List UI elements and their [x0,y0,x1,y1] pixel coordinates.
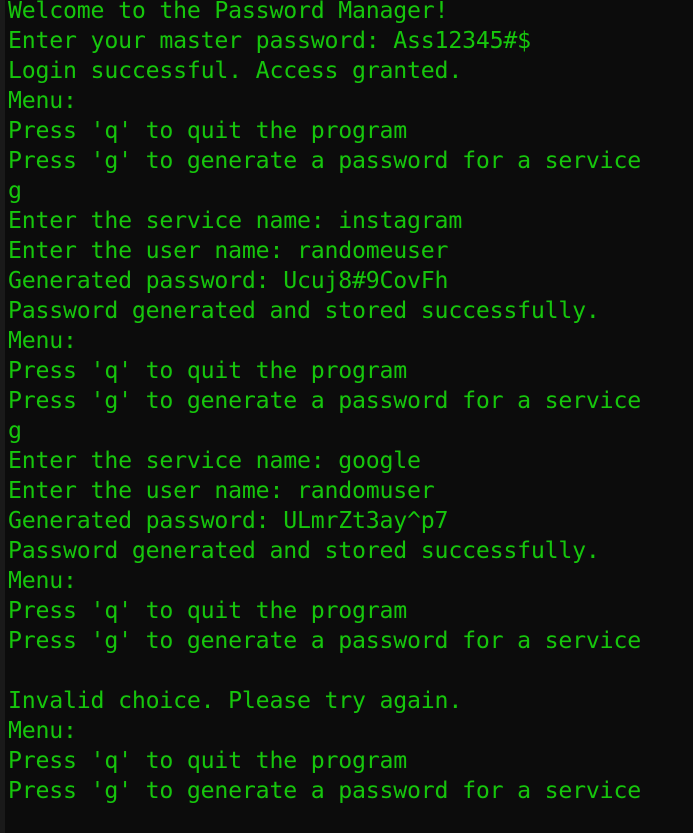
output-line: Press 'g' to generate a password for a s… [8,147,641,174]
output-line: Enter your master password: Ass12345#$ [8,27,531,54]
output-line: g [8,417,22,444]
output-line: Enter the user name: randomeuser [8,237,449,264]
output-line: Login successful. Access granted. [8,57,463,84]
output-line: Enter the service name: instagram [8,207,463,234]
output-line: g [8,177,22,204]
output-line: Press 'g' to generate a password for a s… [8,627,641,654]
output-line: Menu: [8,87,77,114]
output-line: Press 'q' to quit the program [8,747,408,774]
output-line: Password generated and stored successful… [8,297,600,324]
output-line: Press 'q' to quit the program [8,597,408,624]
output-line: Menu: [8,327,77,354]
output-line: Press 'g' to generate a password for a s… [8,777,641,804]
output-line: Enter the service name: google [8,447,421,474]
terminal-window[interactable]: Welcome to the Password Manager! Enter y… [0,0,693,833]
output-line: Press 'g' to generate a password for a s… [8,387,641,414]
output-line: Welcome to the Password Manager! [8,0,449,24]
output-line: Menu: [8,717,77,744]
output-line: Invalid choice. Please try again. [8,687,463,714]
output-line: Generated password: ULmrZt3ay^p7 [8,507,449,534]
output-line: Press 'q' to quit the program [8,117,408,144]
output-line: Generated password: Ucuj8#9CovFh [8,267,449,294]
terminal-output: Welcome to the Password Manager! Enter y… [8,0,641,806]
output-line: Press 'q' to quit the program [8,357,408,384]
output-line: Enter the user name: randomuser [8,477,435,504]
output-line: Menu: [8,567,77,594]
left-edge-gutter [0,0,5,833]
output-line: Password generated and stored successful… [8,537,600,564]
